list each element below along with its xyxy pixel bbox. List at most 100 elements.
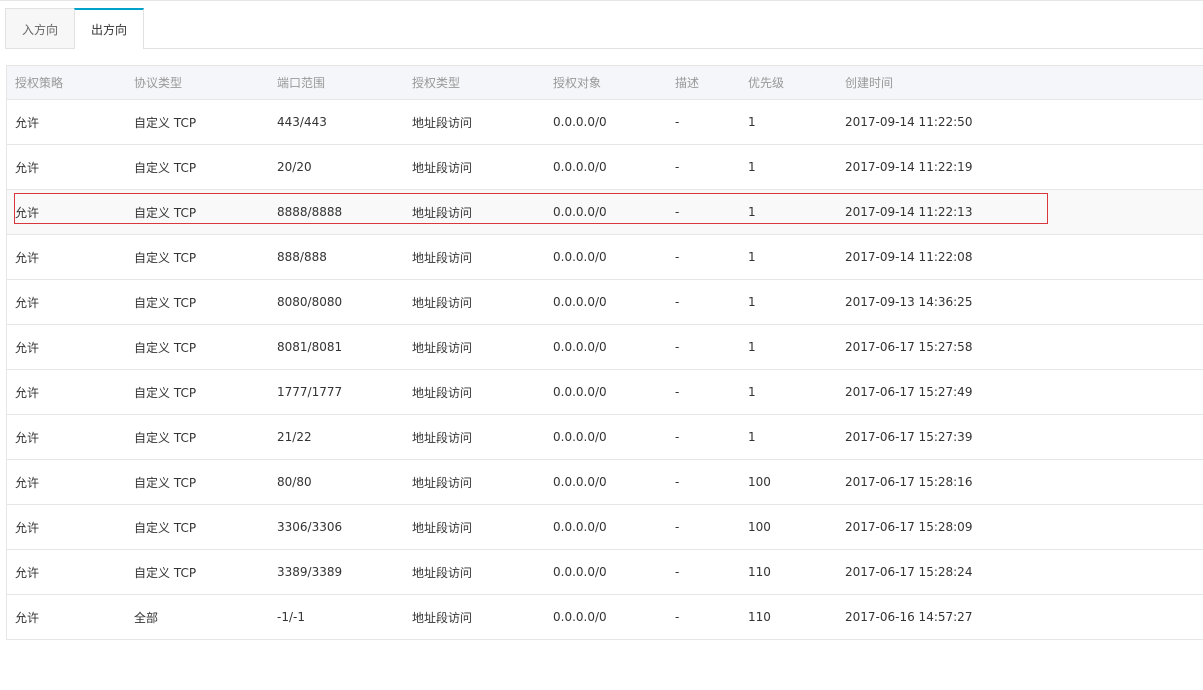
cell-auth-policy: 允许 (15, 115, 40, 130)
cell-port-range: 80/80 (277, 475, 312, 489)
table-row: 允许 全部 -1/-1 地址段访问 0.0.0.0/0 - 110 2017-06-16 14… (7, 595, 1203, 640)
table-row: 允许 自定义 TCP 20/20 地址段访问 0.0.0.0/0 - 1 2017-09-14… (7, 145, 1203, 190)
cell-created-time: 2017-06-17 15:27:49 (845, 385, 973, 399)
cell-auth-policy: 允许 (15, 475, 40, 490)
cell-auth-type: 地址段访问 (412, 205, 473, 220)
table-row: 允许 自定义 TCP 1777/1777 地址段访问 0.0.0.0/0 - 1 2017-0… (7, 370, 1203, 415)
cell-auth-policy: 允许 (15, 205, 40, 220)
cell-port-range: 8081/8081 (277, 340, 343, 354)
cell-auth-object: 0.0.0.0/0 (553, 430, 607, 444)
cell-created-time: 2017-09-14 11:22:13 (845, 205, 973, 219)
cell-protocol-type: 自定义 TCP (134, 295, 197, 310)
cell-created-time: 2017-06-17 15:27:39 (845, 430, 973, 444)
cell-description: - (675, 205, 680, 219)
cell-auth-object: 0.0.0.0/0 (553, 160, 607, 174)
cell-port-range: 888/888 (277, 250, 327, 264)
cell-auth-type: 地址段访问 (412, 115, 473, 130)
cell-auth-policy: 允许 (15, 610, 40, 625)
table-row: 允许 自定义 TCP 3306/3306 地址段访问 0.0.0.0/0 - 100 2017… (7, 505, 1203, 550)
cell-priority: 1 (748, 430, 756, 444)
cell-created-time: 2017-09-14 11:22:19 (845, 160, 973, 174)
cell-auth-policy: 允许 (15, 430, 40, 445)
cell-auth-type: 地址段访问 (412, 340, 473, 355)
tabs-divider (5, 48, 1203, 49)
cell-description: - (675, 565, 680, 579)
cell-port-range: 8888/8888 (277, 205, 343, 219)
table-row: 允许 自定义 TCP 8888/8888 地址段访问 0.0.0.0/0 - 1 2017-0… (7, 190, 1203, 235)
header-auth-object: 授权对象 (553, 76, 602, 90)
table-row: 允许 自定义 TCP 21/22 地址段访问 0.0.0.0/0 - 1 2017-06-17… (7, 415, 1203, 460)
table-row: 允许 自定义 TCP 443/443 地址段访问 0.0.0.0/0 - 1 2017-09-… (7, 100, 1203, 145)
cell-created-time: 2017-06-16 14:57:27 (845, 610, 973, 624)
header-priority: 优先级 (748, 76, 785, 90)
cell-port-range: 20/20 (277, 160, 312, 174)
cell-auth-object: 0.0.0.0/0 (553, 340, 607, 354)
cell-description: - (675, 385, 680, 399)
tab-inbound[interactable]: 入方向 (5, 8, 76, 49)
header-protocol-type: 协议类型 (134, 76, 183, 90)
table-row: 允许 自定义 TCP 80/80 地址段访问 0.0.0.0/0 - 100 2017-06-… (7, 460, 1203, 505)
header-description: 描述 (675, 76, 700, 90)
cell-auth-object: 0.0.0.0/0 (553, 295, 607, 309)
cell-protocol-type: 自定义 TCP (134, 385, 197, 400)
cell-priority: 110 (748, 565, 771, 579)
cell-protocol-type: 自定义 TCP (134, 205, 197, 220)
cell-priority: 110 (748, 610, 771, 624)
cell-port-range: 1777/1777 (277, 385, 343, 399)
cell-description: - (675, 610, 680, 624)
cell-description: - (675, 520, 680, 534)
cell-created-time: 2017-06-17 15:27:58 (845, 340, 973, 354)
cell-auth-object: 0.0.0.0/0 (553, 250, 607, 264)
cell-created-time: 2017-09-14 11:22:50 (845, 115, 973, 129)
cell-description: - (675, 295, 680, 309)
cell-port-range: 3306/3306 (277, 520, 343, 534)
security-rules-table: 授权策略 协议类型 端口范围 授权类型 授权对象 描述 优先级 创建时间 允许自… (6, 65, 1203, 640)
cell-protocol-type: 自定义 TCP (134, 250, 197, 265)
table-header: 授权策略 协议类型 端口范围 授权类型 授权对象 描述 优先级 创建时间 (7, 66, 1203, 100)
cell-priority: 100 (748, 520, 771, 534)
cell-created-time: 2017-09-13 14:36:25 (845, 295, 973, 309)
cell-auth-object: 0.0.0.0/0 (553, 565, 607, 579)
cell-created-time: 2017-06-17 15:28:09 (845, 520, 973, 534)
cell-auth-policy: 允许 (15, 160, 40, 175)
cell-auth-object: 0.0.0.0/0 (553, 520, 607, 534)
cell-priority: 1 (748, 115, 756, 129)
cell-auth-type: 地址段访问 (412, 565, 473, 580)
tab-outbound[interactable]: 出方向 (74, 8, 145, 49)
cell-protocol-type: 自定义 TCP (134, 115, 197, 130)
table-body: 允许 自定义 TCP 443/443 地址段访问 0.0.0.0/0-1 2017-09-… (7, 100, 1203, 640)
header-created-time: 创建时间 (845, 76, 894, 90)
cell-protocol-type: 自定义 TCP (134, 520, 197, 535)
cell-auth-type: 地址段访问 (412, 250, 473, 265)
cell-auth-object: 0.0.0.0/0 (553, 385, 607, 399)
cell-created-time: 2017-06-17 15:28:24 (845, 565, 973, 579)
top-divider (0, 0, 1203, 1)
table-row: 允许 自定义 TCP 8080/8080 地址段访问 0.0.0.0/0 - 1 2017-0… (7, 280, 1203, 325)
cell-protocol-type: 自定义 TCP (134, 340, 197, 355)
cell-protocol-type: 自定义 TCP (134, 565, 197, 580)
cell-auth-object: 0.0.0.0/0 (553, 475, 607, 489)
cell-auth-object: 0.0.0.0/0 (553, 205, 607, 219)
cell-protocol-type: 全部 (134, 610, 159, 625)
cell-auth-policy: 允许 (15, 250, 40, 265)
cell-description: - (675, 115, 680, 129)
cell-auth-object: 0.0.0.0/0 (553, 610, 607, 624)
cell-auth-policy: 允许 (15, 520, 40, 535)
cell-port-range: 443/443 (277, 115, 327, 129)
cell-priority: 1 (748, 160, 756, 174)
cell-auth-type: 地址段访问 (412, 385, 473, 400)
table-row: 允许 自定义 TCP 8081/8081 地址段访问 0.0.0.0/0 - 1 2017-0… (7, 325, 1203, 370)
cell-description: - (675, 250, 680, 264)
cell-auth-policy: 允许 (15, 385, 40, 400)
cell-protocol-type: 自定义 TCP (134, 160, 197, 175)
cell-auth-type: 地址段访问 (412, 520, 473, 535)
cell-auth-type: 地址段访问 (412, 430, 473, 445)
cell-priority: 1 (748, 340, 756, 354)
table-row: 允许 自定义 TCP 888/888 地址段访问 0.0.0.0/0 - 1 2017-09-… (7, 235, 1203, 280)
header-port-range: 端口范围 (277, 76, 326, 90)
cell-priority: 1 (748, 385, 756, 399)
cell-description: - (675, 340, 680, 354)
cell-auth-type: 地址段访问 (412, 475, 473, 490)
table-row: 允许 自定义 TCP 3389/3389 地址段访问 0.0.0.0/0 - 110 2017… (7, 550, 1203, 595)
cell-auth-type: 地址段访问 (412, 295, 473, 310)
